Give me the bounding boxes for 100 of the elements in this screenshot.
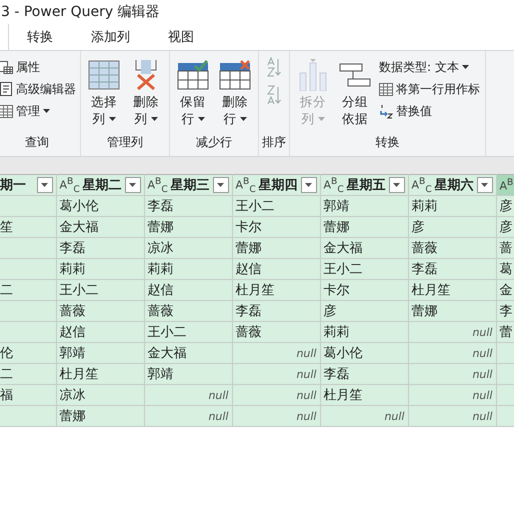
table-cell: 金大福	[56, 216, 144, 238]
filter-dropdown[interactable]	[388, 177, 405, 193]
table-cell: 赵信	[144, 280, 232, 300]
caret-icon	[217, 183, 224, 187]
column-header[interactable]: A$^{B}$$_{C}$ 星期三	[144, 174, 232, 196]
ribbon-button[interactable]: 选择 列	[84, 55, 124, 134]
table-cell: 葛小伦	[56, 196, 144, 216]
table-cell: 李磊	[144, 196, 232, 216]
ribbon-button[interactable]: 管理	[0, 101, 78, 121]
table-cell: 王小二	[56, 280, 144, 300]
group-label: 管理列	[106, 134, 144, 151]
table-cell: 李磊	[232, 300, 320, 322]
null-cell: null	[232, 342, 320, 364]
table-cell: 莉莉	[144, 258, 232, 280]
caret-icon	[41, 183, 48, 187]
table-cell: 李磊	[408, 258, 496, 280]
table-cell: 莉莉	[408, 196, 496, 216]
sort-ascending-icon	[266, 57, 282, 77]
window-title: 3 - Power Query 编辑器	[1, 3, 160, 21]
table-cell: 杜月笙	[320, 384, 408, 406]
group-label: 减少行	[195, 134, 233, 151]
filter-dropdown[interactable]	[476, 177, 493, 193]
table-cell: 王小二	[232, 196, 320, 216]
table-cell: 蔷薇	[408, 238, 496, 258]
table-cell: 凉冰	[144, 238, 232, 258]
table-cell: 李磊	[56, 238, 144, 258]
filter-dropdown[interactable]	[300, 177, 317, 193]
null-cell: null	[232, 406, 320, 426]
text-type-icon: A$^{B}$	[500, 177, 514, 193]
table-cell: 蕾娜	[408, 300, 496, 322]
caret-icon	[198, 116, 204, 120]
ribbon-button[interactable]: 删除 行	[215, 55, 255, 134]
ribbon-button[interactable]: 将第一行用作标	[377, 79, 482, 99]
column-header[interactable]: A$^{B}$$_{C}$ 星期二	[56, 174, 144, 196]
table-cell: 福	[0, 384, 56, 406]
null-cell: null	[408, 342, 496, 364]
caret-icon	[150, 116, 158, 120]
ribbon-tab[interactable]: 添加列	[73, 24, 150, 50]
table-cell: 杜月笙	[56, 364, 144, 384]
table-cell: 莉莉	[56, 258, 144, 280]
column-header[interactable]: A$^{B}$	[496, 174, 514, 196]
table-cell: 蕾娜	[144, 216, 232, 238]
caret-icon	[462, 65, 469, 69]
ribbon-tab[interactable]: 转换	[9, 24, 73, 50]
null-cell: null	[144, 406, 232, 426]
null-cell: null	[408, 384, 496, 406]
filter-dropdown[interactable]	[212, 177, 229, 193]
caret-icon	[318, 116, 324, 120]
ribbon-button[interactable]: 保留 行	[173, 55, 213, 134]
table-cell: 伦	[0, 342, 56, 364]
column-header[interactable]: A$^{B}$$_{C}$ 星期四	[232, 174, 320, 196]
null-cell: null	[408, 322, 496, 342]
ribbon-button[interactable]: 数据类型: 文本	[377, 57, 482, 77]
null-cell: null	[144, 384, 232, 406]
table-cell: 蕾娜	[56, 406, 144, 426]
caret-icon	[108, 116, 116, 120]
table-cell: 王小二	[144, 322, 232, 342]
table-cell: 蔷薇	[144, 300, 232, 322]
column-name: 星期三	[170, 177, 210, 194]
column-name: 星期五	[346, 177, 386, 194]
table-cell: 郭靖	[320, 196, 408, 216]
table-cell: 李磊	[320, 364, 408, 384]
null-cell: null	[320, 406, 408, 426]
remove-rows-icon	[219, 60, 251, 90]
caret-icon	[305, 183, 312, 187]
column-name: 期一	[0, 177, 27, 194]
ribbon-button[interactable]: 替换值	[377, 101, 482, 121]
null-cell: null	[232, 364, 320, 384]
table-cell: 彦	[408, 216, 496, 238]
caret-icon	[129, 183, 136, 187]
table-cell: 葛小伦	[320, 342, 408, 364]
keep-rows-icon	[177, 60, 209, 90]
table-icon	[88, 59, 120, 91]
table-cell: 蕾娜	[320, 216, 408, 238]
table-cell: 蔷薇	[56, 300, 144, 322]
ribbon-button[interactable]: 分组 依据	[335, 55, 375, 134]
table-cell: 王小二	[320, 258, 408, 280]
column-header[interactable]: A$^{B}$$_{C}$ 星期五	[320, 174, 408, 196]
table-cell: 金大福	[320, 238, 408, 258]
table-cell: 卡尔	[320, 280, 408, 300]
ribbon-button[interactable]: 属性	[0, 57, 78, 77]
table-cell: 彦	[320, 300, 408, 322]
table-icon	[379, 82, 393, 96]
caret-icon	[43, 109, 50, 113]
bar-chart-icon	[298, 59, 328, 91]
ribbon-button[interactable]: 删除 列	[126, 55, 166, 134]
null-cell: null	[408, 406, 496, 426]
table-cell: 郭靖	[56, 342, 144, 364]
column-name: 星期六	[434, 176, 474, 194]
sort-descending-icon	[266, 85, 282, 105]
column-header[interactable]: 期一	[0, 174, 56, 196]
column-header[interactable]: A$^{B}$$_{C}$ 星期六	[408, 174, 496, 196]
filter-dropdown[interactable]	[124, 177, 141, 193]
filter-dropdown[interactable]	[36, 177, 52, 193]
table-cell: 二	[0, 280, 56, 300]
ribbon-tab[interactable]: 视图	[150, 24, 214, 50]
ribbon-button[interactable]: 高级编辑器	[0, 79, 78, 99]
caret-icon	[240, 116, 246, 120]
null-cell: null	[232, 384, 320, 406]
table-cell: 二	[0, 364, 56, 384]
